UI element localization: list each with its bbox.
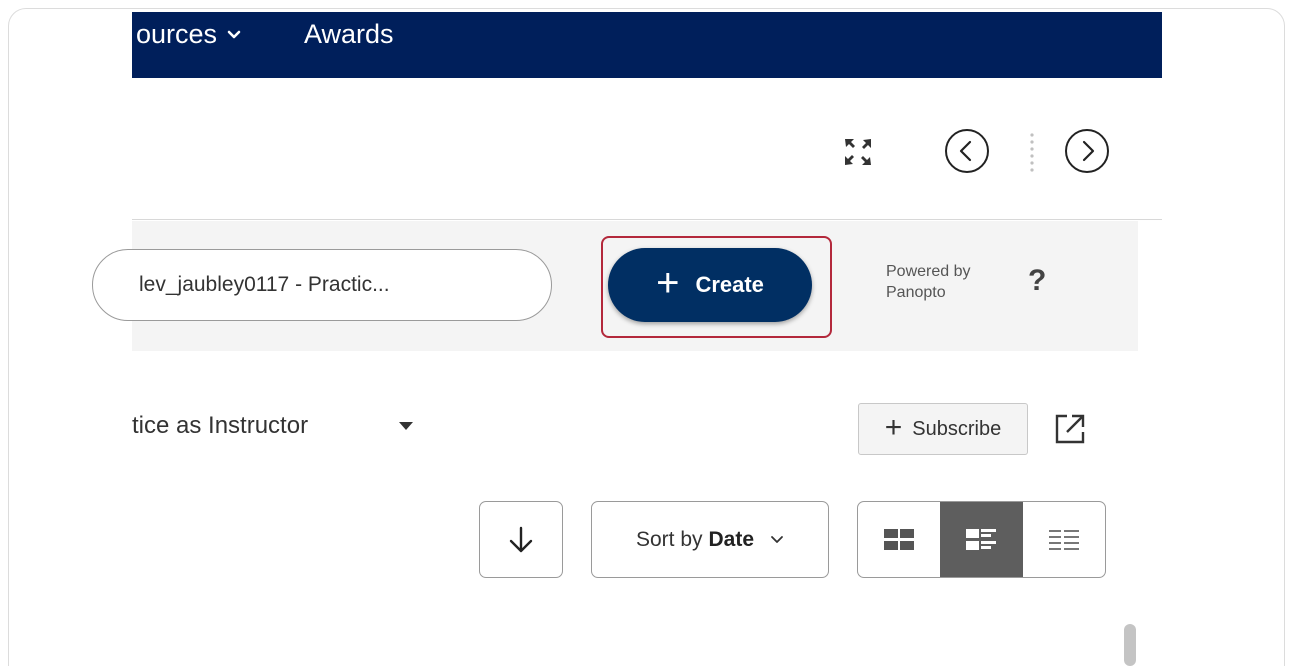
- help-button[interactable]: ?: [1028, 264, 1046, 298]
- nav-item-label: ources: [136, 19, 218, 49]
- sort-direction-button[interactable]: [479, 501, 563, 578]
- chevron-down-icon: [227, 30, 241, 38]
- sort-by-prefix: Sort by: [635, 527, 703, 551]
- next-button[interactable]: [1064, 128, 1110, 174]
- subscribe-label: Subscribe: [912, 417, 1002, 440]
- nav-divider: [1030, 133, 1034, 172]
- previous-button[interactable]: [944, 128, 990, 174]
- panopto-brand-text: Panopto: [886, 284, 946, 301]
- folder-picker[interactable]: lev_jaubley0117 - Practic...: [92, 249, 552, 321]
- view-mode-toggle: [857, 501, 1106, 578]
- thumbnail-view-button[interactable]: [858, 502, 940, 577]
- powered-by-text: Powered by: [886, 263, 971, 280]
- folder-title: tice as Instructor: [132, 412, 309, 439]
- open-in-new-icon[interactable]: [1052, 411, 1088, 447]
- sort-by-value: Date: [708, 527, 755, 551]
- chevron-down-icon: [771, 535, 783, 543]
- fullscreen-icon: [845, 139, 871, 165]
- chevron-right-circle-icon: [1065, 129, 1109, 173]
- nav-item-label: Awards: [304, 19, 394, 49]
- subscribe-button[interactable]: + Subscribe: [858, 403, 1028, 455]
- caret-down-icon[interactable]: [398, 421, 414, 431]
- list-view-icon: [1048, 529, 1079, 550]
- panopto-header-bar: lev_jaubley0117 - Practic... + Create Po…: [92, 221, 1138, 351]
- detail-view-button[interactable]: [940, 502, 1023, 577]
- scrollbar-thumb[interactable]: [1124, 624, 1136, 666]
- plus-icon: +: [884, 410, 903, 444]
- fullscreen-button[interactable]: [836, 130, 880, 174]
- detail-view-icon: [966, 528, 997, 550]
- create-button[interactable]: + Create: [608, 248, 812, 322]
- arrow-down-icon: [509, 526, 533, 552]
- top-navigation-bar: ources Awards: [132, 12, 1162, 78]
- nav-item-resources[interactable]: ources: [136, 19, 241, 50]
- powered-by-panopto: Powered by Panopto: [886, 261, 971, 303]
- nav-item-awards[interactable]: Awards: [304, 19, 394, 50]
- list-view-button[interactable]: [1023, 502, 1105, 577]
- content-toolbar: [132, 88, 1162, 220]
- folder-picker-value: lev_jaubley0117 - Practic...: [139, 273, 390, 296]
- chevron-left-circle-icon: [945, 129, 989, 173]
- plus-icon: +: [656, 261, 680, 305]
- create-button-label: Create: [695, 272, 764, 297]
- thumbnail-view-icon: [884, 528, 915, 550]
- sort-by-dropdown[interactable]: Sort by Date: [591, 501, 829, 578]
